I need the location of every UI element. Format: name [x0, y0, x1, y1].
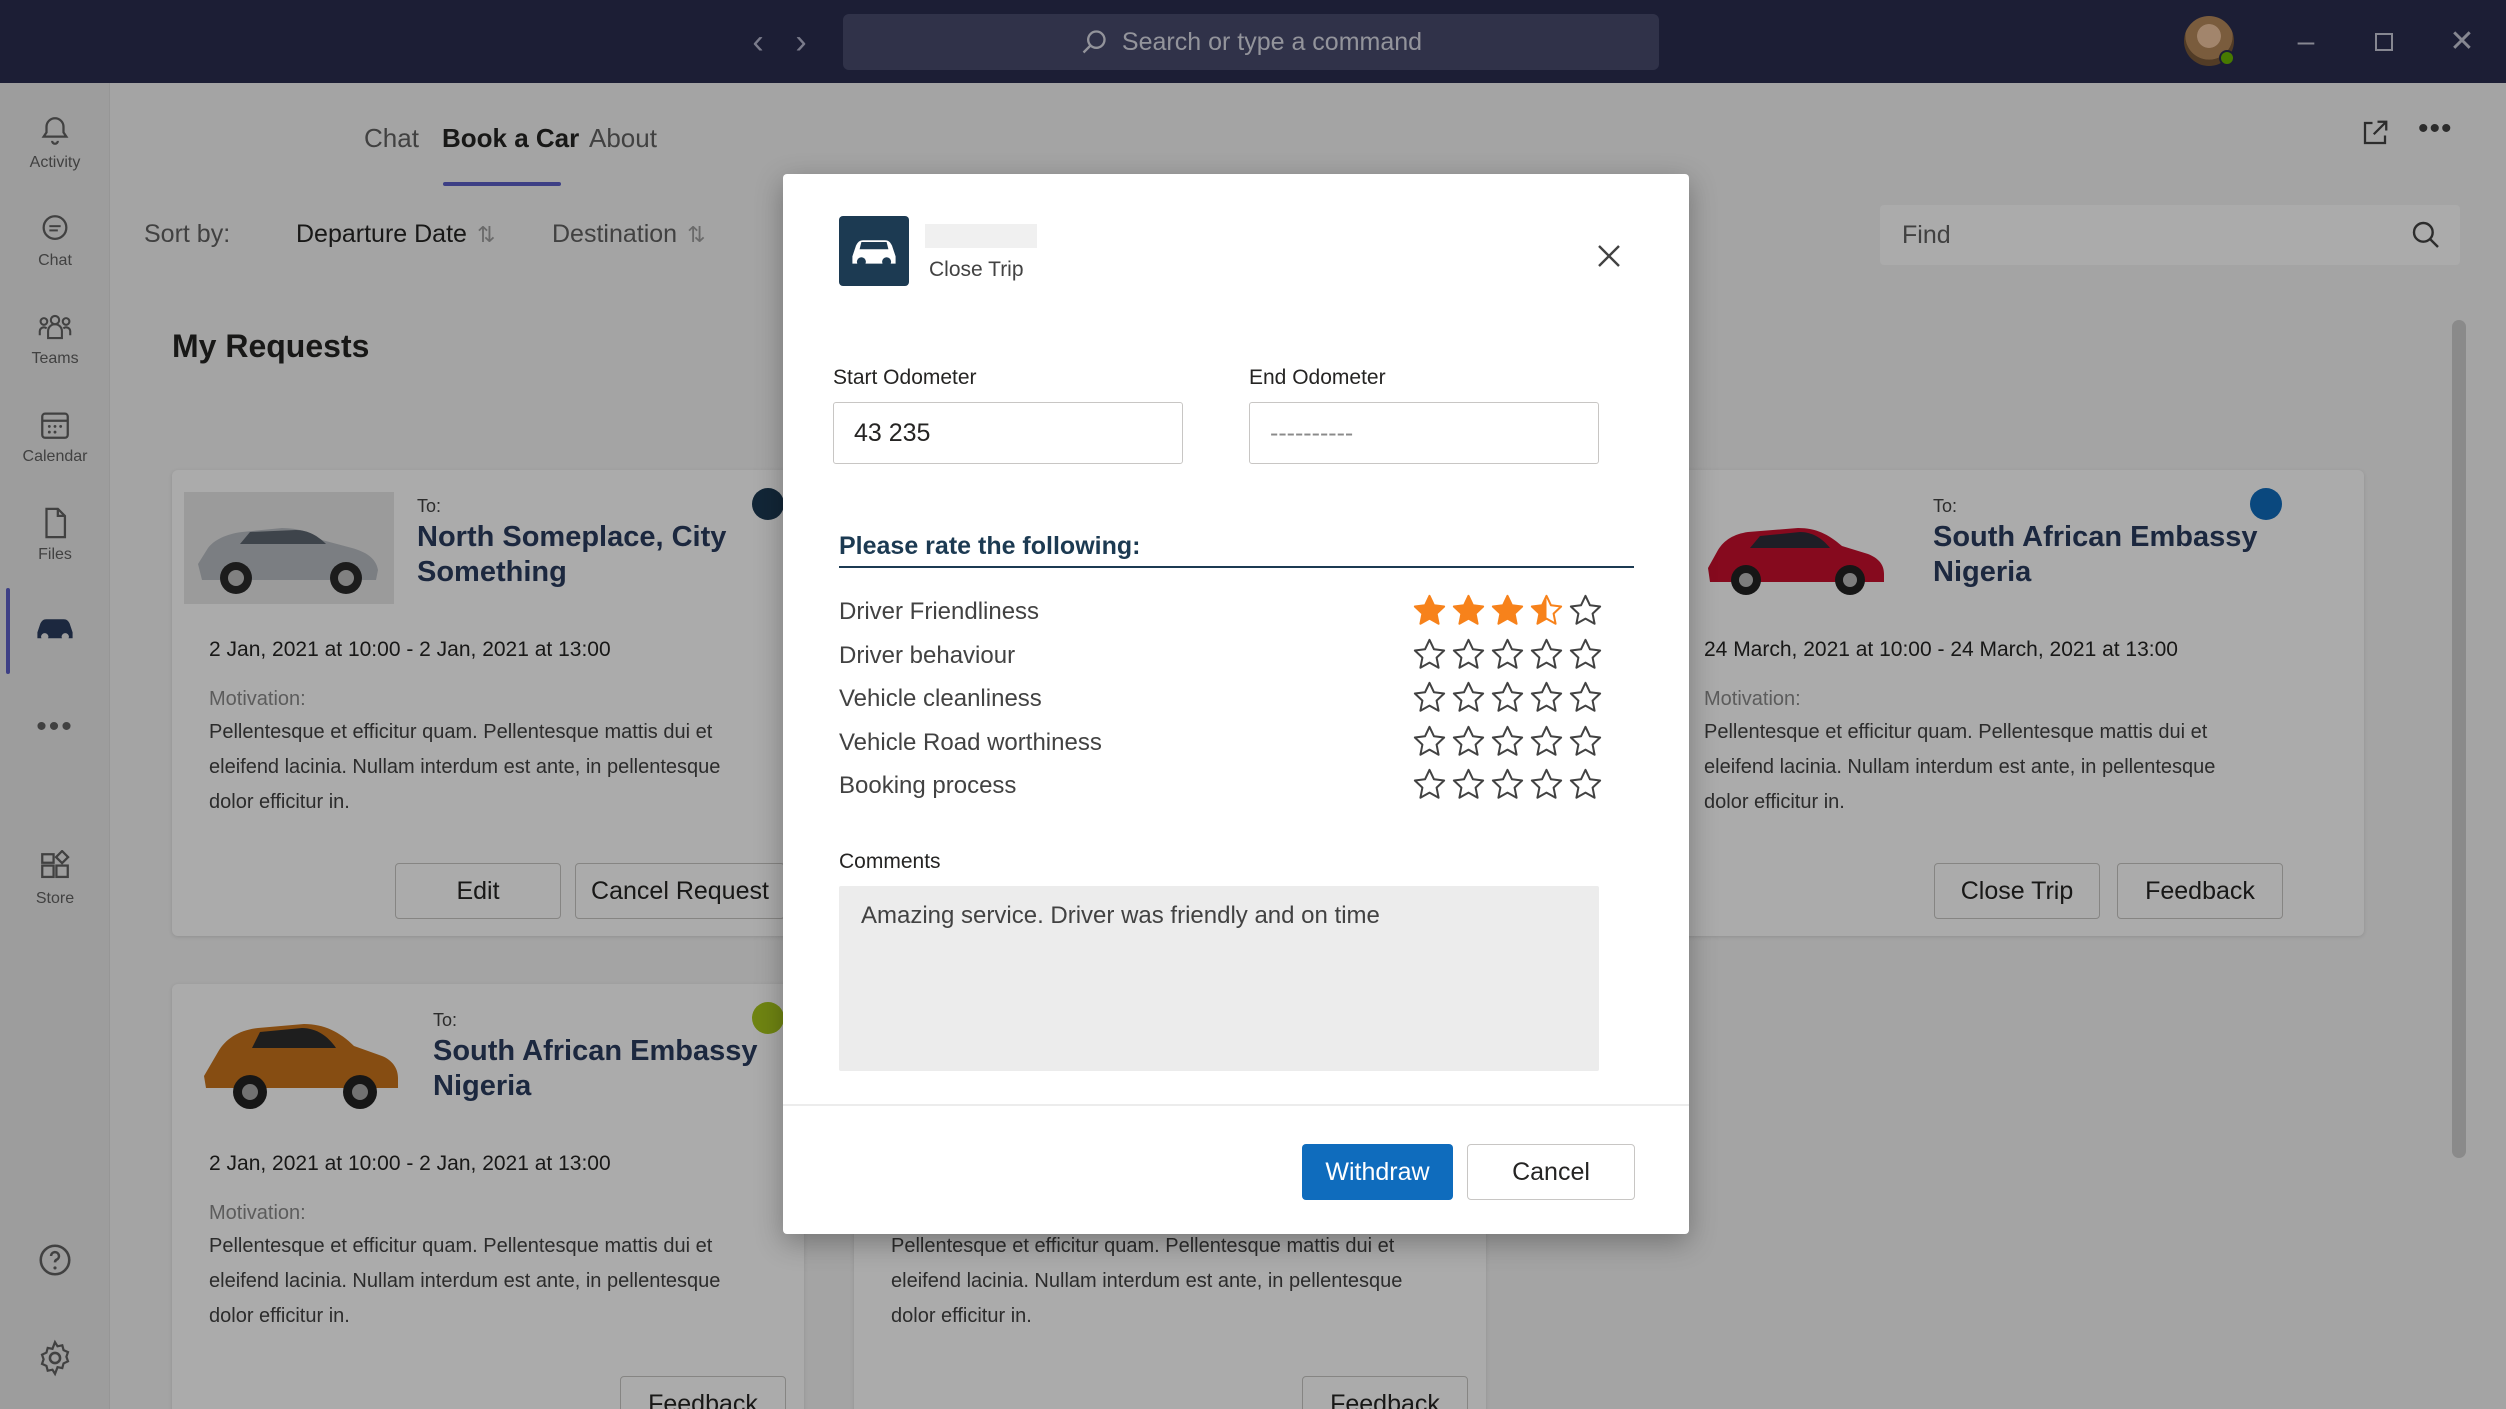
- dialog-subtitle: Close Trip: [929, 258, 1024, 281]
- star-rating[interactable]: [1411, 679, 1604, 716]
- star-empty-icon[interactable]: [1528, 766, 1565, 803]
- star-empty-icon[interactable]: [1489, 723, 1526, 760]
- star-empty-icon[interactable]: [1489, 766, 1526, 803]
- star-rating[interactable]: [1411, 766, 1604, 803]
- star-empty-icon[interactable]: [1567, 592, 1604, 629]
- star-empty-icon[interactable]: [1411, 679, 1448, 716]
- rating-label: Booking process: [839, 772, 1017, 799]
- rating-label: Vehicle cleanliness: [839, 685, 1042, 712]
- star-empty-icon[interactable]: [1528, 636, 1565, 673]
- rating-label: Vehicle Road worthiness: [839, 728, 1102, 756]
- comments-label: Comments: [839, 850, 941, 873]
- rating-divider: [839, 566, 1634, 568]
- close-icon[interactable]: [1589, 236, 1629, 276]
- star-empty-icon[interactable]: [1528, 723, 1565, 760]
- star-half-icon[interactable]: [1528, 592, 1565, 629]
- star-empty-icon[interactable]: [1567, 723, 1604, 760]
- star-filled-icon[interactable]: [1489, 592, 1526, 629]
- star-filled-icon[interactable]: [1411, 592, 1448, 629]
- start-odometer-field[interactable]: [833, 402, 1183, 464]
- star-rating[interactable]: [1411, 592, 1604, 629]
- start-odometer-label: Start Odometer: [833, 366, 977, 389]
- star-empty-icon[interactable]: [1489, 679, 1526, 716]
- rating-label: Driver Friendliness: [839, 598, 1040, 625]
- star-empty-icon[interactable]: [1450, 766, 1487, 803]
- star-empty-icon[interactable]: [1411, 723, 1448, 760]
- star-empty-icon[interactable]: [1450, 636, 1487, 673]
- star-empty-icon[interactable]: [1567, 766, 1604, 803]
- star-filled-icon[interactable]: [1450, 592, 1487, 629]
- dialog-footer-divider: [783, 1104, 1689, 1106]
- star-empty-icon[interactable]: [1567, 679, 1604, 716]
- star-empty-icon[interactable]: [1411, 636, 1448, 673]
- cancel-button[interactable]: Cancel: [1467, 1144, 1635, 1200]
- star-empty-icon[interactable]: [1528, 679, 1565, 716]
- comments-field[interactable]: Amazing service. Driver was friendly and…: [839, 886, 1599, 1071]
- end-odometer-field[interactable]: [1249, 402, 1599, 464]
- star-rating[interactable]: [1411, 636, 1604, 673]
- withdraw-button[interactable]: Withdraw: [1302, 1144, 1453, 1200]
- close-trip-dialog: Close Trip Start Odometer End Odometer P…: [783, 174, 1689, 1234]
- star-empty-icon[interactable]: [1489, 636, 1526, 673]
- star-rating[interactable]: [1411, 723, 1604, 760]
- star-empty-icon[interactable]: [1567, 636, 1604, 673]
- rating-label: Driver behaviour: [839, 641, 1016, 669]
- star-empty-icon[interactable]: [1450, 679, 1487, 716]
- star-empty-icon[interactable]: [1411, 766, 1448, 803]
- dialog-title-placeholder: [925, 224, 1037, 248]
- star-empty-icon[interactable]: [1450, 723, 1487, 760]
- rating-heading: Please rate the following:: [839, 532, 1141, 560]
- scrollbar[interactable]: [2452, 320, 2466, 1158]
- car-icon: [839, 216, 909, 286]
- end-odometer-label: End Odometer: [1249, 366, 1386, 389]
